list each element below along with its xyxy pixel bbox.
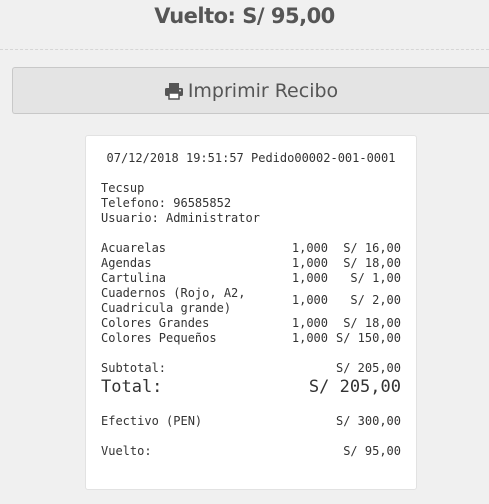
- payment-label: Efectivo (PEN): [101, 414, 203, 428]
- print-receipt-button[interactable]: Imprimir Recibo: [12, 67, 489, 114]
- total-value: S/ 205,00: [308, 377, 401, 397]
- receipt-phone: Telefono: 96585852: [101, 196, 232, 210]
- item-qty: 1,000: [291, 293, 328, 307]
- item-qty: 1,000: [291, 331, 328, 345]
- item-name: Cartulina: [101, 271, 167, 285]
- change-label: Vuelto:: [101, 444, 152, 458]
- item-price: S/ 16,00: [343, 241, 401, 255]
- item-name: Colores Grandes: [101, 316, 210, 330]
- item-name: Agendas: [101, 256, 152, 270]
- item-price: S/ 18,00: [343, 256, 401, 270]
- item-name: Cuadernos (Rojo, A2,: [101, 286, 246, 300]
- print-button-label: Imprimir Recibo: [187, 79, 339, 102]
- item-name: Acuarelas: [101, 241, 167, 255]
- total-label: Total:: [101, 377, 163, 397]
- item-qty: 1,000: [291, 271, 328, 285]
- item-price: S/ 1,00: [350, 271, 401, 285]
- receipt-company: Tecsup: [101, 181, 145, 195]
- subtotal-value: S/ 205,00: [335, 361, 401, 375]
- item-qty: 1,000: [291, 316, 328, 330]
- receipt: 07/12/2018 19:51:57 Pedido00002-001-0001…: [85, 135, 417, 490]
- item-qty: 1,000: [291, 241, 328, 255]
- print-icon: [164, 82, 184, 100]
- item-name: Colores Pequeños: [101, 331, 217, 345]
- subtotal-label: Subtotal:: [101, 361, 167, 375]
- item-qty: 1,000: [291, 256, 328, 270]
- receipt-user: Usuario: Administrator: [101, 211, 260, 225]
- receipt-header: 07/12/2018 19:51:57 Pedido00002-001-0001: [106, 151, 396, 165]
- change-value: S/ 95,00: [343, 444, 401, 458]
- change-title: Vuelto: S/ 95,00: [154, 4, 335, 28]
- item-price: S/ 2,00: [350, 293, 401, 307]
- payment-value: S/ 300,00: [335, 414, 401, 428]
- item-price: S/ 150,00: [335, 331, 401, 345]
- item-name-continued: Cuadricula grande): [101, 301, 232, 315]
- item-price: S/ 18,00: [343, 316, 401, 330]
- change-header: Vuelto: S/ 95,00: [0, 0, 489, 50]
